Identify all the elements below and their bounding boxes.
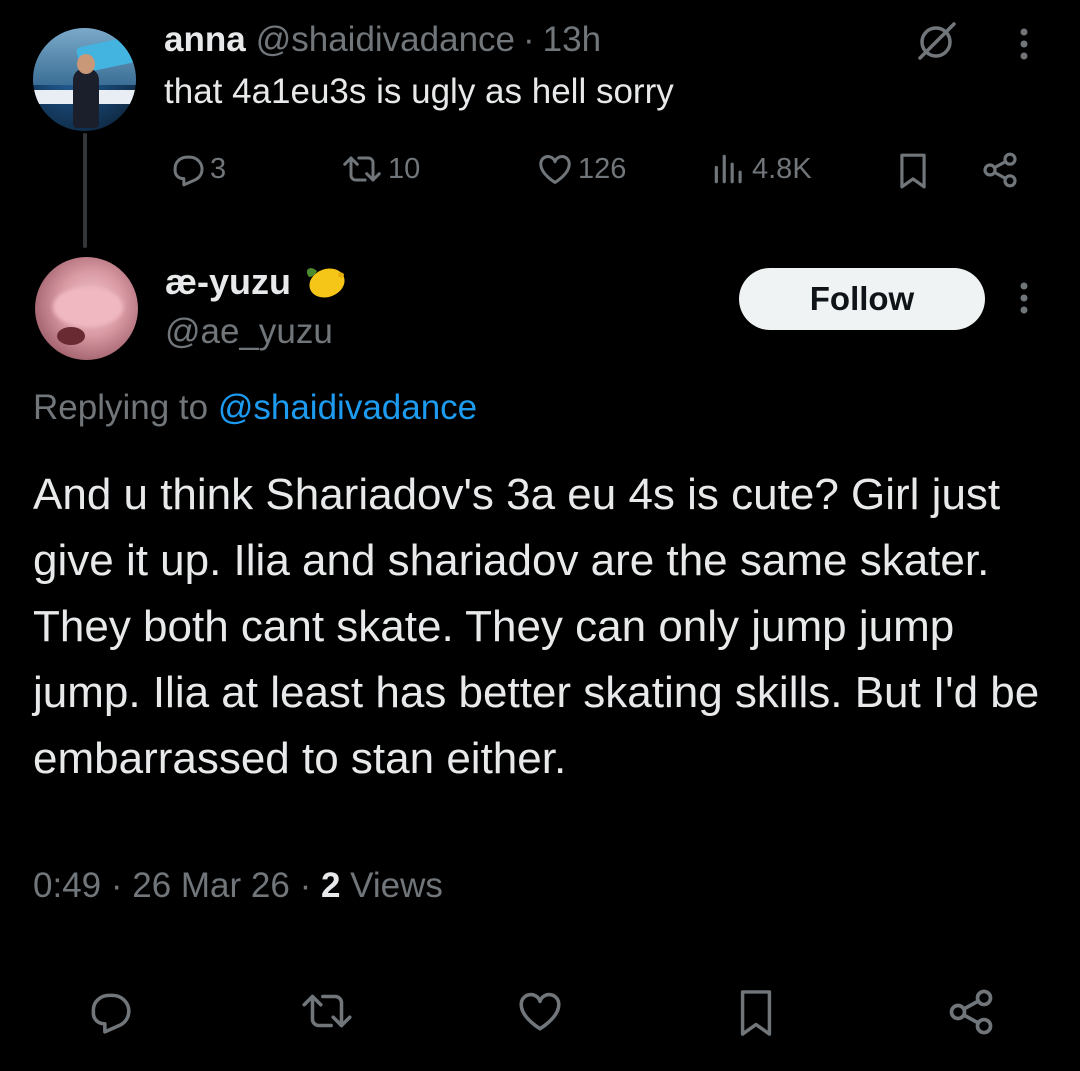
- separator-dot: ·: [110, 866, 123, 905]
- parent-action-bar: 3 10 126 4.8K: [164, 148, 1044, 198]
- like-count: 126: [578, 152, 627, 185]
- thread-connector-line: [83, 133, 87, 248]
- views-count: 4.8K: [752, 152, 812, 185]
- views-button[interactable]: 4.8K: [710, 150, 812, 188]
- reply-tweet-text: And u think Shariadov's 3a eu 4s is cute…: [33, 470, 1040, 783]
- more-vertical-icon[interactable]: [1012, 22, 1036, 66]
- share-icon: [983, 152, 1017, 188]
- follow-button[interactable]: Follow: [739, 268, 985, 330]
- parent-author-name[interactable]: anna: [164, 20, 246, 60]
- repost-count: 10: [388, 152, 421, 185]
- more-vertical-icon[interactable]: [1012, 276, 1036, 320]
- repost-icon: [343, 156, 381, 182]
- reply-action-bar: [0, 980, 1080, 1050]
- bookmark-icon: [900, 153, 926, 189]
- tweet-views-count[interactable]: 2: [321, 866, 340, 905]
- avatar-ae-yuzu[interactable]: [35, 257, 138, 360]
- separator-dot: ·: [299, 866, 312, 905]
- parent-author-handle[interactable]: @shaidivadance: [256, 20, 515, 60]
- tweet-date[interactable]: 26 Mar 26: [132, 866, 290, 905]
- tweet-meta-line: 0:49 · 26 Mar 26 · 2 Views: [33, 866, 443, 906]
- like-button[interactable]: 126: [536, 150, 626, 188]
- parent-timestamp[interactable]: 13h: [543, 20, 601, 60]
- tweet-views-label: Views: [350, 866, 443, 905]
- share-icon[interactable]: [945, 986, 997, 1038]
- reply-author-name[interactable]: æ-yuzu: [165, 261, 291, 303]
- heart-icon: [539, 155, 571, 184]
- tweet-time[interactable]: 0:49: [33, 866, 101, 905]
- share-button[interactable]: [980, 150, 1020, 190]
- repost-button[interactable]: 10: [340, 150, 420, 188]
- separator-dot: ·: [523, 20, 535, 59]
- reply-author-row: æ-yuzu: [165, 258, 349, 306]
- parent-tweet-text: that 4a1eu3s is ugly as hell sorry: [164, 72, 674, 111]
- views-icon: [714, 154, 742, 184]
- replying-to-label: Replying to: [33, 388, 209, 427]
- parent-tweet-header: anna @shaidivadance · 13h: [164, 18, 601, 62]
- lemon-icon: [306, 268, 345, 298]
- replying-to-mention[interactable]: @shaidivadance: [218, 388, 477, 427]
- reply-count: 3: [210, 152, 227, 185]
- heart-icon[interactable]: [515, 986, 565, 1036]
- avatar-anna[interactable]: [33, 28, 136, 131]
- repost-icon[interactable]: [298, 986, 356, 1036]
- reply-icon[interactable]: [84, 986, 134, 1036]
- tweet-detail-page: anna @shaidivadance · 13h that 4a1eu3s i…: [0, 0, 1080, 1071]
- bookmark-button[interactable]: [894, 150, 932, 192]
- reply-author-handle[interactable]: @ae_yuzu: [165, 312, 333, 352]
- reply-button[interactable]: 3: [168, 150, 226, 188]
- grok-icon[interactable]: [912, 20, 960, 64]
- bookmark-icon[interactable]: [733, 986, 779, 1040]
- reply-icon: [173, 155, 204, 187]
- replying-to-line: Replying to @shaidivadance: [33, 388, 477, 428]
